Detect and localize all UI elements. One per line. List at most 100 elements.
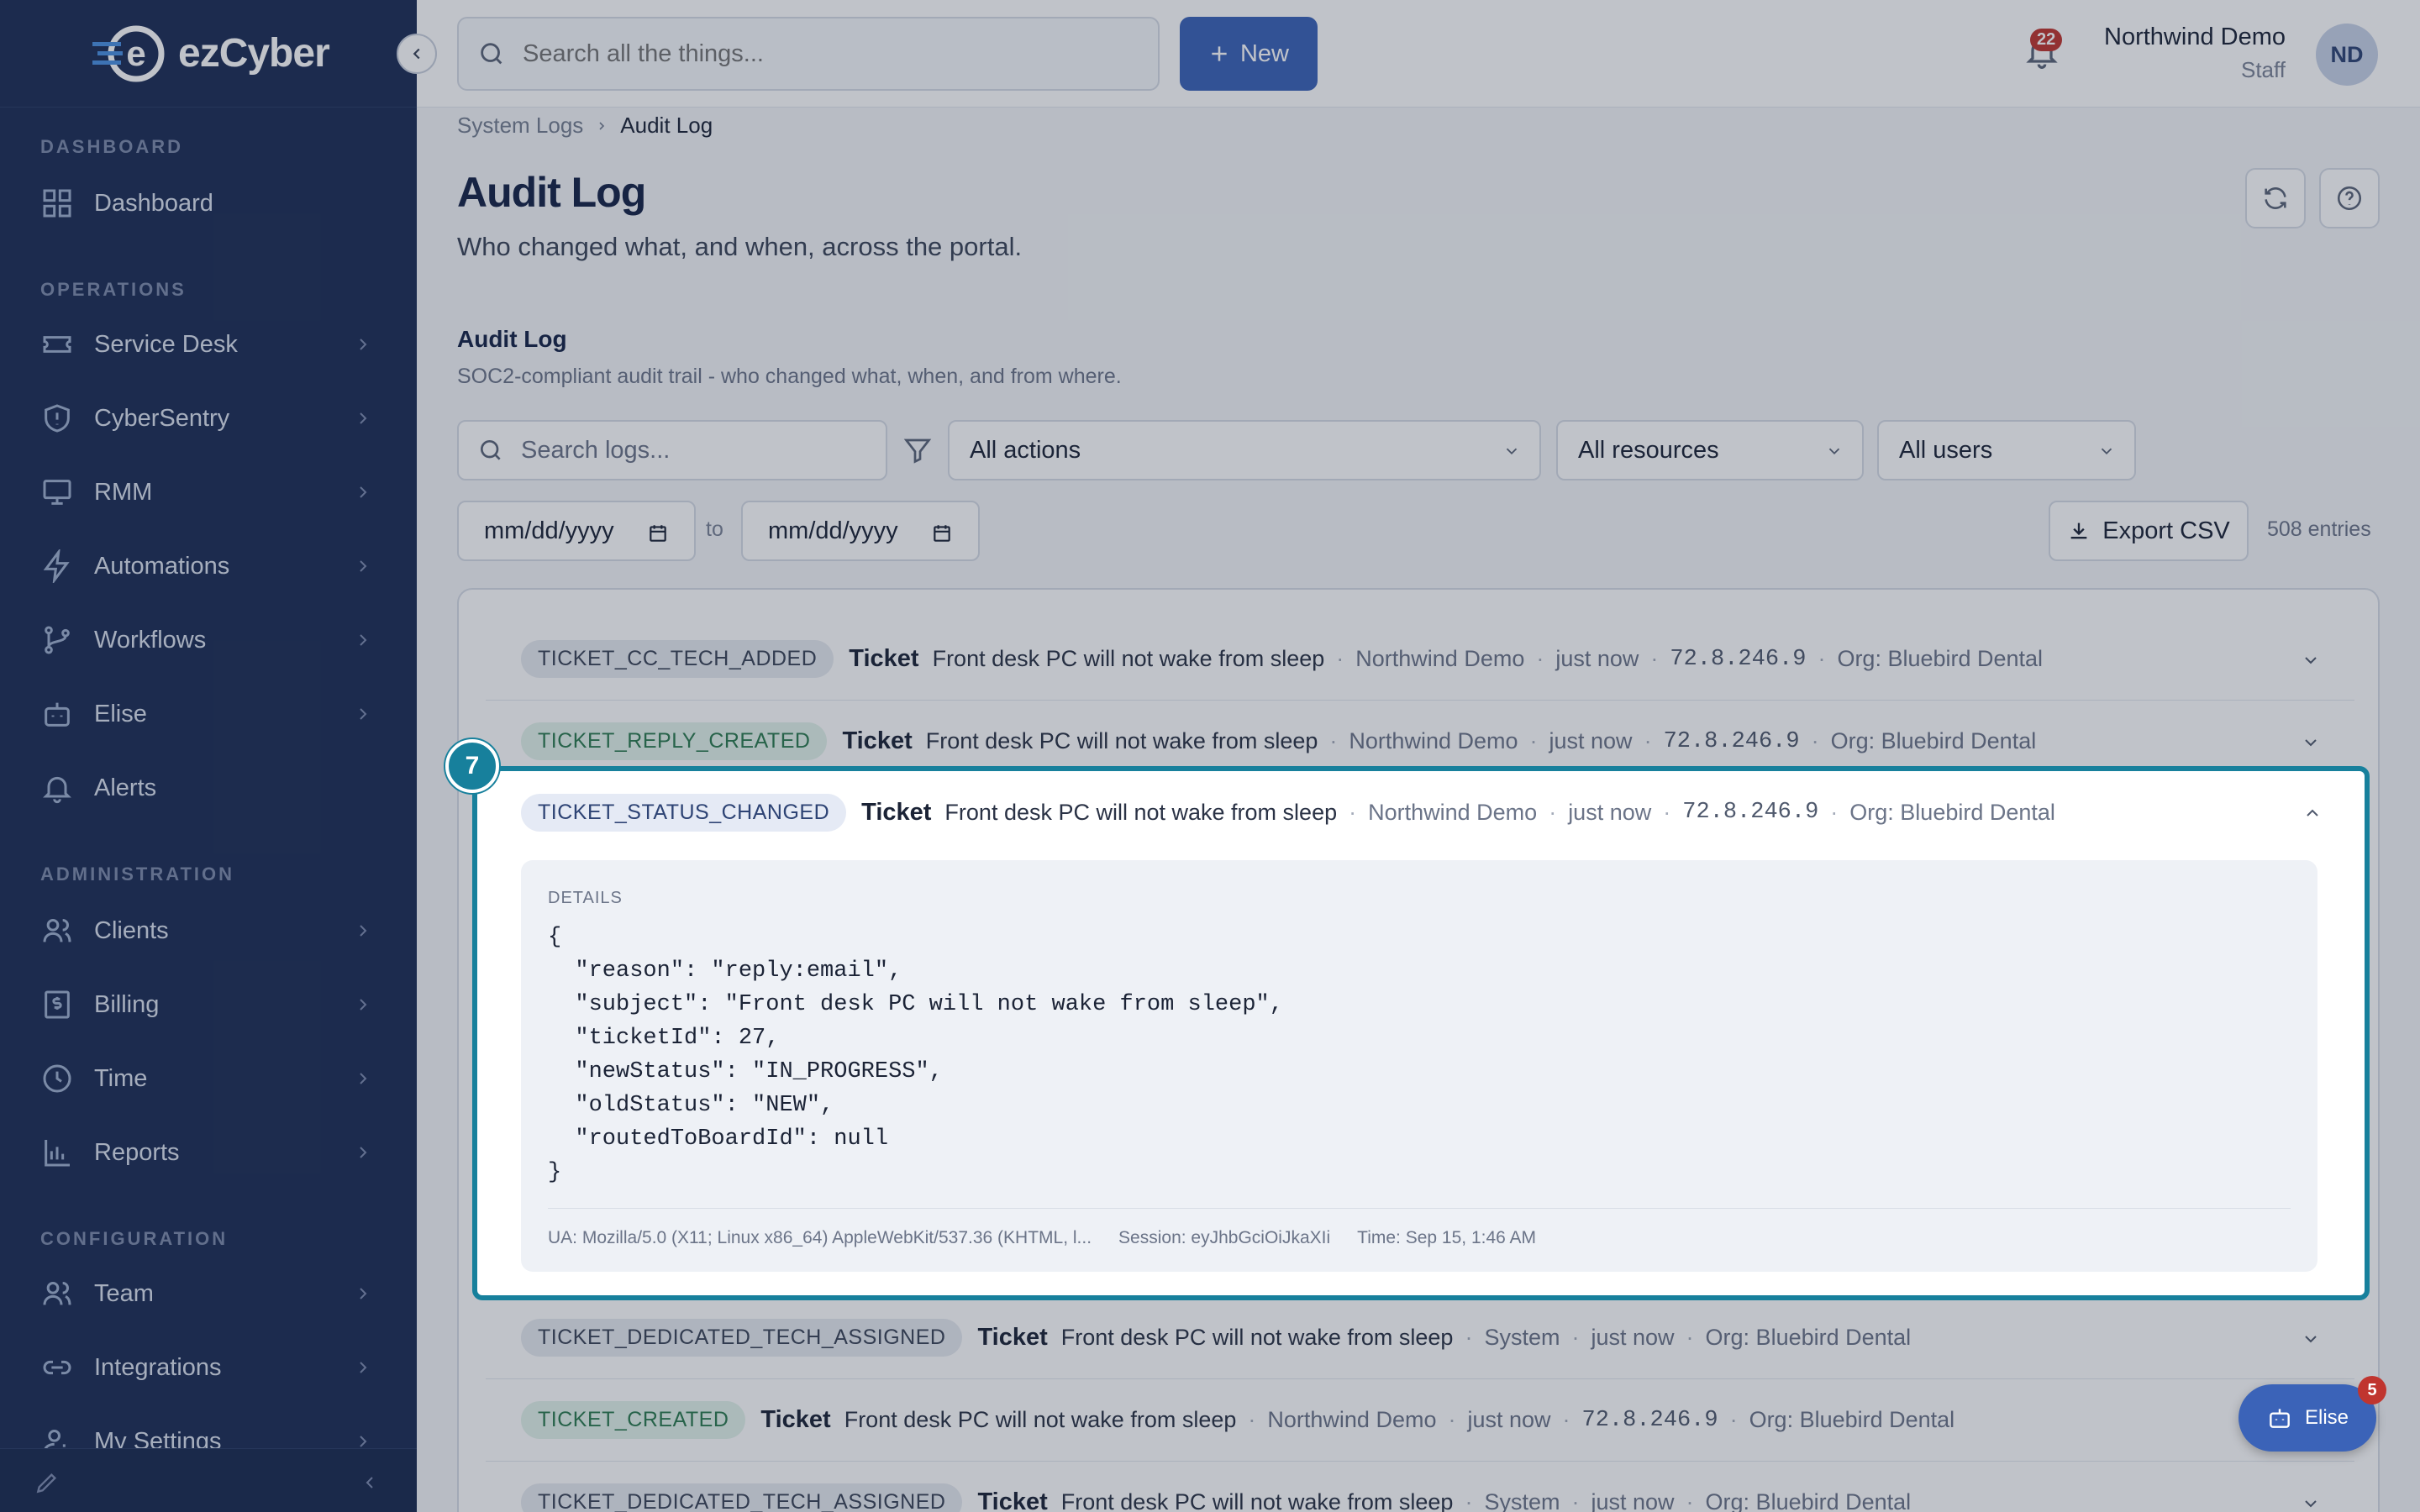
new-button[interactable]: New: [1180, 17, 1318, 91]
date-range-separator: to: [706, 517, 723, 541]
details-panel: DETAILS { "reason": "reply:email", "subj…: [521, 860, 2317, 1272]
calendar-icon[interactable]: [647, 522, 669, 544]
sidebar-item-label: Elise: [94, 700, 147, 727]
sidebar-item-alerts[interactable]: Alerts: [0, 754, 417, 822]
chevron-down-icon[interactable]: [2301, 650, 2321, 670]
sidebar-item-cybersentry[interactable]: CyberSentry: [0, 385, 417, 452]
clock-icon: [43, 1064, 71, 1093]
log-ip: 72.8.246.9: [1663, 728, 1800, 754]
log-row[interactable]: TICKET_CREATED Ticket Front desk PC will…: [486, 1379, 2354, 1462]
sidebar-collapse-button[interactable]: [397, 34, 437, 74]
action-badge: TICKET_DEDICATED_TECH_ASSIGNED: [521, 1483, 963, 1512]
log-org: Org: Bluebird Dental: [1837, 646, 2044, 671]
help-button[interactable]: [2319, 168, 2380, 228]
avatar[interactable]: ND: [2316, 24, 2378, 86]
chevron-left-icon[interactable]: [360, 1473, 380, 1493]
sidebar-item-integrations[interactable]: Integrations: [0, 1334, 417, 1401]
resources-select-value: All resources: [1578, 436, 1719, 464]
pencil-icon[interactable]: [34, 1469, 60, 1496]
chevron-right-icon: [360, 1073, 367, 1084]
topbar: New 22 Northwind Demo Staff ND: [417, 0, 2420, 108]
section-dashboard: DASHBOARD: [40, 136, 183, 157]
breadcrumb-parent[interactable]: System Logs: [457, 113, 583, 139]
sidebar-item-label: Team: [94, 1279, 154, 1307]
sidebar-item-billing[interactable]: Billing: [0, 971, 417, 1038]
log-subject: Front desk PC will not wake from sleep: [925, 728, 1318, 753]
log-subject: Front desk PC will not wake from sleep: [844, 1407, 1237, 1432]
logo-e: e: [126, 34, 145, 73]
chevron-right-icon: [360, 412, 367, 424]
sidebar-item-label: Time: [94, 1064, 148, 1092]
sidebar-item-automations[interactable]: Automations: [0, 533, 417, 600]
action-badge: TICKET_CREATED: [521, 1401, 746, 1439]
details-footer: UA: Mozilla/5.0 (X11; Linux x86_64) Appl…: [548, 1228, 1536, 1248]
log-time: just now: [1591, 1325, 1675, 1350]
sidebar-item-label: Billing: [94, 990, 160, 1018]
log-org: Org: Bluebird Dental: [1705, 1325, 1912, 1350]
sidebar-item-elise[interactable]: Elise: [0, 680, 417, 748]
date-to-value: mm/dd/yyyy: [768, 517, 898, 544]
sidebar-item-service-desk[interactable]: Service Desk: [0, 311, 417, 378]
date-from-input[interactable]: mm/dd/yyyy: [457, 501, 696, 561]
date-to-input[interactable]: mm/dd/yyyy: [741, 501, 980, 561]
sidebar-item-time[interactable]: Time: [0, 1045, 417, 1112]
export-csv-button[interactable]: Export CSV: [2049, 501, 2249, 561]
log-row[interactable]: TICKET_DEDICATED_TECH_ASSIGNED Ticket Fr…: [486, 1462, 2354, 1512]
chevron-down-icon[interactable]: [2301, 1494, 2321, 1512]
resource-type: Ticket: [977, 1488, 1048, 1512]
chevron-down-icon: [1506, 448, 1518, 455]
lightning-icon: [43, 549, 70, 583]
expanded-log-row[interactable]: TICKET_STATUS_CHANGED Ticket Front desk …: [472, 766, 2370, 1300]
log-org: Org: Bluebird Dental: [1705, 1489, 1912, 1512]
chevron-right-icon: [360, 339, 367, 350]
filter-icon[interactable]: [902, 435, 933, 465]
log-row[interactable]: TICKET_DEDICATED_TECH_ASSIGNED Ticket Fr…: [486, 1297, 2354, 1379]
log-user: Northwind Demo: [1355, 646, 1525, 671]
resources-select[interactable]: All resources: [1556, 420, 1864, 480]
sidebar-item-workflows[interactable]: Workflows: [0, 606, 417, 674]
chevron-up-icon[interactable]: [2302, 803, 2323, 823]
action-badge: TICKET_DEDICATED_TECH_ASSIGNED: [521, 1319, 963, 1357]
ticket-icon: [43, 336, 71, 353]
sidebar-item-label: CyberSentry: [94, 404, 230, 432]
user-name[interactable]: Northwind Demo: [2104, 24, 2286, 51]
chevron-right-icon: [360, 634, 367, 646]
elise-chat-button[interactable]: Elise: [2238, 1384, 2376, 1452]
chevron-right-icon: [360, 925, 367, 937]
global-search-input[interactable]: [523, 39, 1111, 68]
log-subject: Front desk PC will not wake from sleep: [1060, 1489, 1454, 1512]
refresh-button[interactable]: [2245, 168, 2306, 228]
chevron-down-icon[interactable]: [2301, 1329, 2321, 1349]
calendar-icon[interactable]: [931, 522, 953, 544]
resource-type: Ticket: [861, 798, 932, 826]
tour-step-marker: 7: [445, 739, 499, 793]
date-from-value: mm/dd/yyyy: [484, 517, 614, 544]
log-search[interactable]: Search logs...: [457, 420, 887, 480]
sidebar-item-rmm[interactable]: RMM: [0, 459, 417, 526]
search-icon: [481, 440, 501, 460]
chevron-right-icon: [360, 999, 367, 1011]
global-search[interactable]: [457, 17, 1160, 91]
section-administration: ADMINISTRATION: [40, 864, 235, 885]
sidebar-item-reports[interactable]: Reports: [0, 1119, 417, 1186]
log-time: just now: [1591, 1489, 1675, 1512]
log-row[interactable]: TICKET_CC_TECH_ADDED Ticket Front desk P…: [486, 618, 2354, 701]
chevron-right-icon: [360, 1147, 367, 1158]
log-row-header[interactable]: TICKET_STATUS_CHANGED Ticket Front desk …: [486, 771, 2356, 853]
user-role: Staff: [2240, 57, 2286, 82]
sidebar-item-label: RMM: [94, 478, 153, 506]
logo[interactable]: e ezCyber: [0, 0, 417, 108]
action-badge: TICKET_CC_TECH_ADDED: [521, 640, 834, 678]
chevron-down-icon[interactable]: [2301, 732, 2321, 753]
plus-icon: [1212, 46, 1227, 61]
users-select[interactable]: All users: [1877, 420, 2136, 480]
sidebar-item-dashboard[interactable]: Dashboard: [0, 170, 417, 237]
action-badge: TICKET_STATUS_CHANGED: [521, 793, 847, 832]
resource-type: Ticket: [760, 1406, 831, 1433]
sidebar-item-label: Clients: [94, 916, 169, 944]
actions-select[interactable]: All actions: [948, 420, 1541, 480]
breadcrumb: System Logs Audit Log: [457, 113, 713, 139]
sidebar-item-clients[interactable]: Clients: [0, 897, 417, 964]
sidebar-item-team[interactable]: Team: [0, 1260, 417, 1327]
shield-icon: [45, 404, 70, 433]
